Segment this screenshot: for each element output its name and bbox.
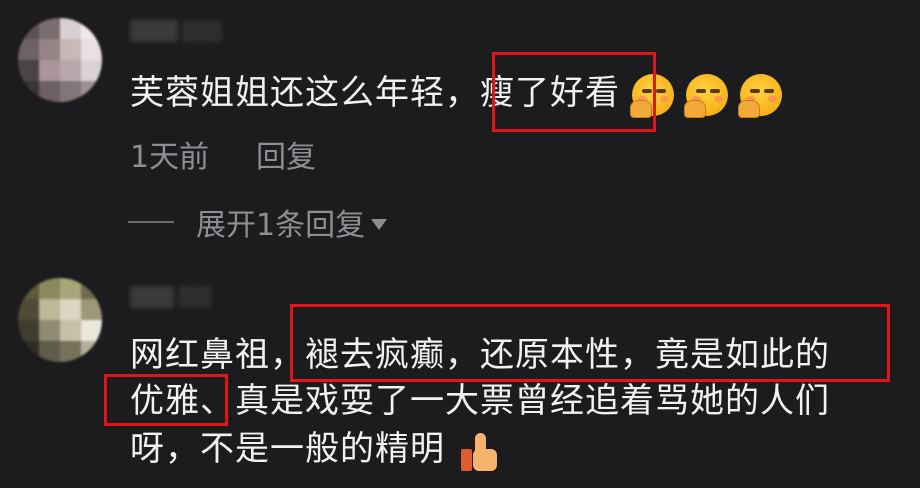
blush-emoji-icon [738, 73, 782, 118]
comment-text: 芙蓉姐姐还这么年轻，瘦了好看 [130, 70, 782, 118]
comment-text-plain: 网红鼻祖， [130, 335, 305, 375]
comment-text-plain: 芙蓉姐姐还这么年轻， [130, 73, 480, 113]
caret-down-icon [371, 218, 388, 230]
timestamp: 1天前 [130, 140, 210, 175]
expand-replies-button[interactable]: 展开1条回复 [128, 200, 388, 244]
comment-text-line-2: 优雅、真是戏耍了一大票曾经追着骂她的人们 [130, 378, 830, 424]
avatar[interactable] [18, 278, 102, 362]
expand-replies-label: 展开1条回复 [196, 208, 366, 243]
highlight-box [104, 374, 228, 426]
comment-text-plain: 、真是戏耍了一大票曾经追着骂她的人们 [200, 381, 830, 421]
username[interactable] [130, 286, 174, 308]
comment-text-plain: 呀，不是一般的精明 [130, 429, 445, 469]
username-tail [182, 20, 222, 42]
username-tail [178, 286, 212, 308]
avatar[interactable] [18, 18, 102, 102]
comment-text-line-3: 呀，不是一般的精明 [130, 426, 499, 472]
username[interactable] [130, 20, 178, 42]
blush-emoji-icon [684, 73, 728, 118]
divider-line [128, 221, 174, 223]
highlight-box [492, 52, 656, 132]
thumbs-up-icon [461, 431, 499, 471]
highlight-box [290, 304, 890, 382]
reply-button[interactable]: 回复 [256, 132, 316, 176]
